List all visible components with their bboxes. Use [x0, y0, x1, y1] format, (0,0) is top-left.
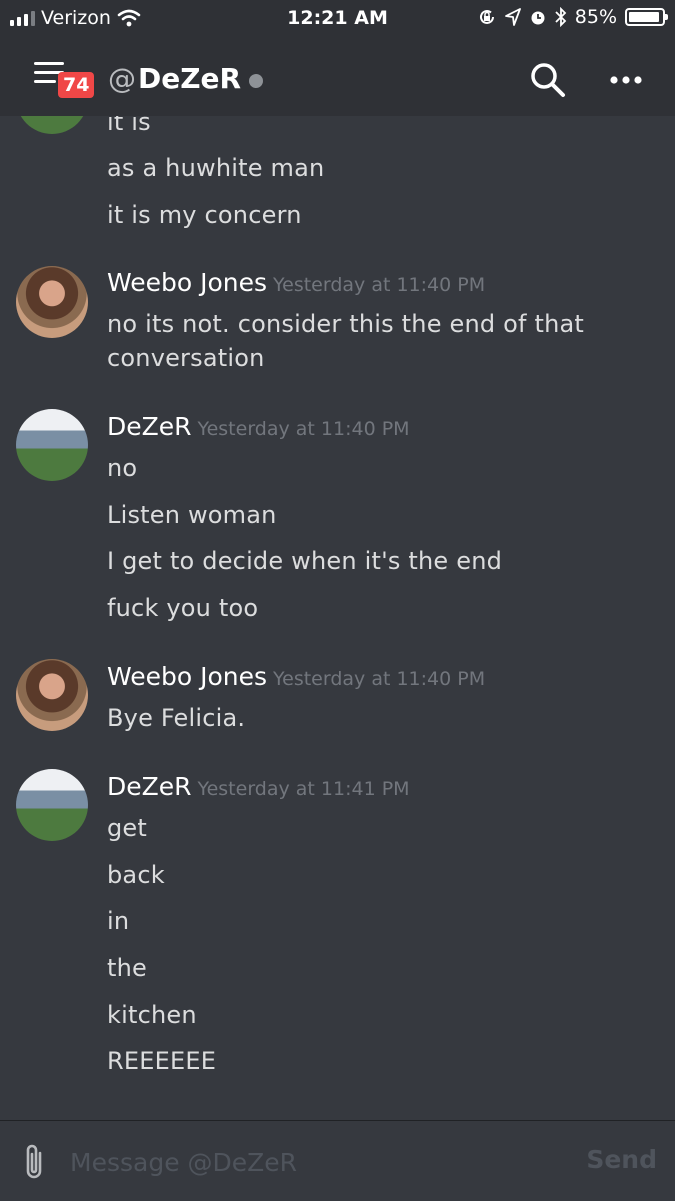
send-button[interactable]: Send [586, 1145, 657, 1174]
message-composer: Send [0, 1120, 675, 1201]
search-icon[interactable] [528, 60, 568, 100]
author-name[interactable]: DeZeR [107, 772, 192, 801]
message-list[interactable]: it is as a huwhite man it is my concern … [0, 116, 675, 1120]
message-header: Weebo Jones Yesterday at 11:40 PM [107, 268, 485, 297]
timestamp: Yesterday at 11:40 PM [273, 668, 486, 690]
message-header: DeZeR Yesterday at 11:41 PM [107, 772, 410, 801]
timestamp: Yesterday at 11:40 PM [273, 274, 486, 296]
notification-badge: 74 [58, 72, 95, 98]
message-text: as a huwhite man [107, 154, 325, 182]
status-bar: Verizon 12:21 AM 85% [0, 0, 675, 38]
avatar[interactable] [16, 266, 88, 338]
message-text: fuck you too [107, 594, 259, 622]
message-text: no its not. consider this the end of tha… [107, 310, 585, 338]
alarm-icon [531, 11, 545, 25]
offline-status-dot [249, 73, 264, 88]
orientation-lock-icon [479, 9, 494, 24]
message-header: DeZeR Yesterday at 11:40 PM [107, 412, 410, 441]
channel-title: @ DeZeR [108, 62, 264, 95]
author-name[interactable]: Weebo Jones [107, 662, 267, 691]
recipient-name: DeZeR [138, 62, 242, 95]
timestamp: Yesterday at 11:41 PM [197, 778, 410, 800]
message-input[interactable] [68, 1143, 572, 1181]
message-text: back [107, 861, 165, 889]
message-text: the [107, 954, 147, 982]
message-text: in [107, 907, 130, 935]
message-text: kitchen [107, 1001, 197, 1029]
avatar[interactable] [16, 116, 88, 134]
message-text: no [107, 454, 138, 482]
attachment-icon[interactable] [20, 1141, 50, 1183]
bluetooth-icon [555, 7, 567, 27]
more-options-icon[interactable] [606, 60, 646, 100]
at-symbol: @ [108, 62, 136, 95]
message-header: Weebo Jones Yesterday at 11:40 PM [107, 662, 485, 691]
message-text: I get to decide when it's the end [107, 547, 503, 575]
author-name[interactable]: DeZeR [107, 412, 192, 441]
battery-percent: 85% [574, 6, 617, 28]
top-bar: Verizon 12:21 AM 85% 74 @ DeZeR [0, 0, 675, 116]
avatar[interactable] [16, 769, 88, 841]
message-text: get [107, 814, 148, 842]
location-icon [504, 8, 521, 26]
message-text: conversation [107, 344, 265, 372]
menu-button[interactable]: 74 [34, 62, 95, 104]
message-text: Bye Felicia. [107, 704, 246, 732]
avatar[interactable] [16, 659, 88, 731]
message-text: Listen woman [107, 501, 277, 529]
message-text: REEEEEE [107, 1047, 217, 1075]
message-text: it is my concern [107, 201, 302, 229]
avatar[interactable] [16, 409, 88, 481]
channel-header: 74 @ DeZeR [0, 44, 675, 114]
author-name[interactable]: Weebo Jones [107, 268, 267, 297]
timestamp: Yesterday at 11:40 PM [197, 418, 410, 440]
message-text: it is [107, 116, 151, 136]
battery-icon [625, 8, 668, 26]
